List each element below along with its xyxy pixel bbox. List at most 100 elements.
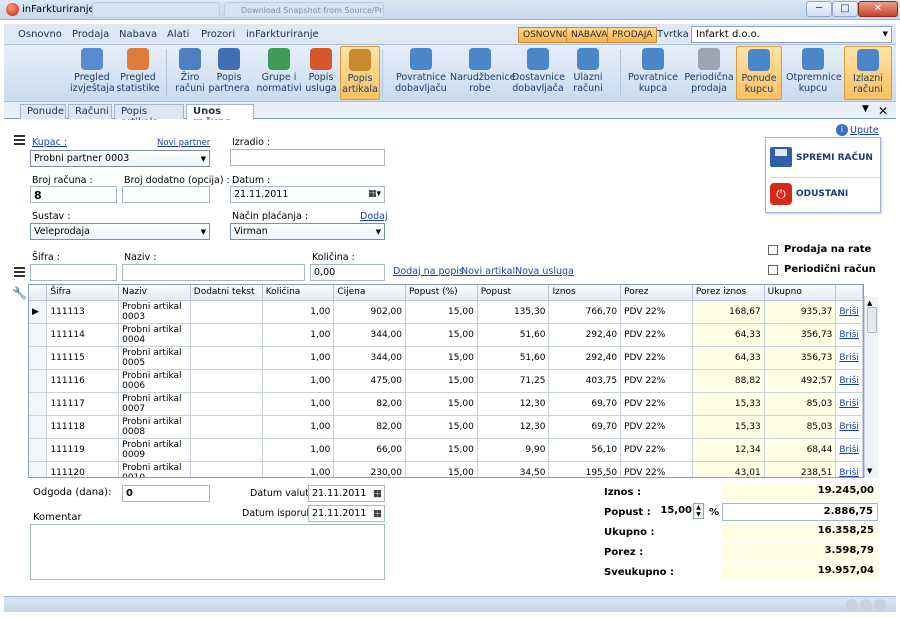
table-cell[interactable]: 111116 <box>46 369 120 393</box>
popis-artikala-button[interactable]: Popis artikala <box>340 46 380 100</box>
taskbar-ghost-tab[interactable]: Download Snapshot from Source/Pro... <box>224 2 384 18</box>
table-cell[interactable]: 1,00 <box>262 415 335 439</box>
table-cell[interactable] <box>190 323 263 347</box>
tab-ponude[interactable]: Ponude <box>20 104 66 119</box>
table-cell[interactable]: 12,30 <box>477 415 550 439</box>
column-header[interactable]: Popust <box>477 285 550 301</box>
table-cell[interactable]: 135,30 <box>477 300 550 324</box>
table-cell[interactable]: Probni artikal 0007 <box>118 392 191 416</box>
table-cell[interactable]: PDV 22% <box>620 438 693 462</box>
izlazni-racuni-button[interactable]: Izlazni računi <box>844 46 892 100</box>
table-cell[interactable]: 292,40 <box>548 323 622 347</box>
grupe-normativi-button[interactable]: Grupe i normativi <box>256 46 302 100</box>
ziro-racuni-button[interactable]: Žiro računi <box>172 46 208 100</box>
periodicni-racun-checkbox[interactable] <box>768 265 778 275</box>
izradio-field[interactable] <box>230 149 385 166</box>
dodaj-na-popis-link[interactable]: Dodaj na popis <box>393 266 464 277</box>
table-cell[interactable]: 935,37 <box>764 300 837 324</box>
odgoda-field[interactable]: 0 <box>122 485 210 502</box>
table-cell[interactable]: 64,33 <box>692 346 765 370</box>
table-cell[interactable]: PDV 22% <box>620 369 693 393</box>
table-cell[interactable]: 56,10 <box>548 438 622 462</box>
table-cell[interactable] <box>190 415 263 439</box>
table-cell[interactable]: 238,51 <box>764 461 837 477</box>
table-cell[interactable]: 43,01 <box>692 461 765 477</box>
periodicna-prodaja-button[interactable]: Periodična prodaja <box>684 46 734 100</box>
cancel-button[interactable]: ODUSTANI <box>796 189 848 199</box>
broj-dodatno-field[interactable] <box>122 186 210 203</box>
tab-unos-racuna[interactable]: Unos računa <box>186 104 254 128</box>
table-cell[interactable]: 902,00 <box>333 300 406 324</box>
grid-scrollbar[interactable]: ▲ ▼ <box>864 297 878 478</box>
table-cell[interactable]: 1,00 <box>262 392 335 416</box>
table-cell[interactable]: 492,57 <box>764 369 837 393</box>
list-icon[interactable] <box>14 135 25 145</box>
row-selector[interactable] <box>29 369 48 393</box>
table-row[interactable]: 111119 Probni artikal 0009 1,00 66,00 15,00 9… <box>29 438 863 462</box>
table-cell[interactable]: 111118 <box>46 415 120 439</box>
dodaj-link[interactable]: Dodaj <box>360 211 388 222</box>
table-row[interactable]: 111117 Probni artikal 0007 1,00 82,00 15,00 1… <box>29 392 863 416</box>
nova-usluga-link[interactable]: Nova usluga <box>515 266 574 277</box>
otpremnice-kupcu-button[interactable]: Otpremnice kupcu <box>786 46 842 100</box>
prodaja-na-rate-checkbox[interactable] <box>768 245 778 255</box>
menu-nabava[interactable]: Nabava <box>119 29 157 40</box>
table-cell[interactable]: 1,00 <box>262 369 335 393</box>
table-cell[interactable]: 51,60 <box>477 323 550 347</box>
popust-percent-field[interactable]: 15,00 <box>660 505 692 516</box>
table-cell[interactable]: 69,70 <box>548 415 622 439</box>
column-header[interactable]: Porez <box>620 285 693 301</box>
row-selector[interactable] <box>29 392 48 416</box>
table-cell[interactable]: 82,00 <box>333 415 406 439</box>
table-row[interactable]: 111114 Probni artikal 0004 1,00 344,00 15,00… <box>29 323 863 347</box>
delete-row-link[interactable]: Briši <box>835 461 863 477</box>
delete-row-link[interactable]: Briši <box>835 323 863 347</box>
datum-isporuke-field[interactable]: 21.11.2011 ▦ <box>308 505 385 522</box>
narudzbenice-robe-button[interactable]: Narudžbenice robe <box>450 46 515 100</box>
delete-row-link[interactable]: Briši <box>835 438 863 462</box>
table-cell[interactable]: 15,00 <box>405 323 478 347</box>
table-cell[interactable]: 475,00 <box>333 369 406 393</box>
table-cell[interactable]: Probni artikal 0005 <box>118 346 191 370</box>
table-row[interactable]: 111118 Probni artikal 0008 1,00 82,00 15,00 1… <box>29 415 863 439</box>
table-cell[interactable]: 1,00 <box>262 300 335 324</box>
kupac-select[interactable]: Probni partner 0003 ▼ <box>30 150 210 167</box>
table-cell[interactable]: 34,50 <box>477 461 550 477</box>
table-cell[interactable]: 292,40 <box>548 346 622 370</box>
calendar-icon[interactable]: ▦ <box>373 488 382 499</box>
nacin-placanja-select[interactable]: Virman ▼ <box>230 223 385 240</box>
table-cell[interactable]: 69,70 <box>548 392 622 416</box>
list-icon[interactable] <box>14 267 25 277</box>
table-cell[interactable]: 15,00 <box>405 415 478 439</box>
table-cell[interactable]: 111114 <box>46 323 120 347</box>
close-window-button[interactable]: ✕ <box>858 1 898 17</box>
table-cell[interactable]: 111119 <box>46 438 120 462</box>
table-cell[interactable]: 12,34 <box>692 438 765 462</box>
table-cell[interactable] <box>190 392 263 416</box>
column-header[interactable]: Šifra <box>46 285 120 301</box>
popis-usluga-button[interactable]: Popis usluga <box>304 46 338 100</box>
row-selector[interactable] <box>29 323 48 347</box>
table-cell[interactable]: 1,00 <box>262 323 335 347</box>
broj-field[interactable]: 8 <box>30 186 117 203</box>
delete-row-link[interactable]: Briši <box>835 415 863 439</box>
table-cell[interactable]: PDV 22% <box>620 346 693 370</box>
mode-prodaja-button[interactable]: PRODAJA <box>607 27 658 43</box>
company-select[interactable]: Infarkt d.o.o. ▼ <box>691 26 892 43</box>
column-header[interactable]: Dodatni tekst <box>190 285 263 301</box>
table-cell[interactable]: 356,73 <box>764 346 837 370</box>
datum-field[interactable]: 21.11.2011 ▦▾ <box>230 186 385 203</box>
popis-partnera-button[interactable]: Popis partnera <box>208 46 250 100</box>
popust-stepper[interactable]: ▲ ▼ <box>693 503 704 519</box>
tab-list-arrow-icon[interactable]: ▼ <box>862 104 869 114</box>
table-cell[interactable]: 344,00 <box>333 323 406 347</box>
menu-infarkturiranje[interactable]: inFarkturiranje <box>246 29 319 40</box>
table-cell[interactable]: Probni artikal 0004 <box>118 323 191 347</box>
scroll-up-icon[interactable]: ▲ <box>867 299 872 307</box>
kupac-label[interactable]: Kupac : <box>32 137 67 148</box>
table-cell[interactable]: 111120 <box>46 461 120 477</box>
table-cell[interactable]: 15,00 <box>405 438 478 462</box>
scroll-down-icon[interactable]: ▼ <box>867 467 872 475</box>
row-selector[interactable] <box>29 461 48 477</box>
table-row[interactable]: 111120 Probni artikal 0010 1,00 230,00 15,00… <box>29 461 863 477</box>
